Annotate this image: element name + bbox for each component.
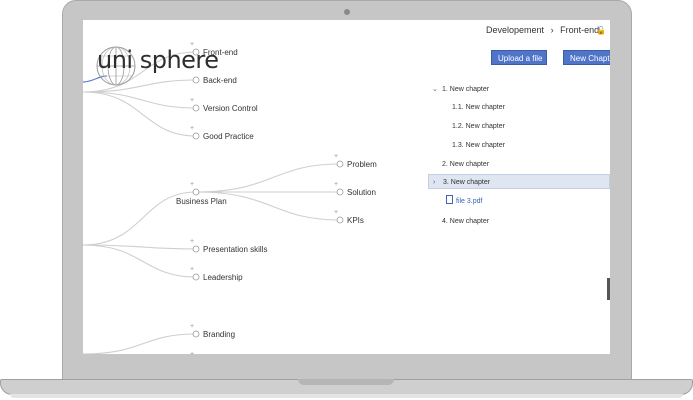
map-node-dot[interactable]: [192, 104, 200, 112]
unisphere-logo: uni sphere: [97, 46, 219, 74]
map-node-dot[interactable]: [192, 330, 200, 338]
tree-item[interactable]: 2. New chapter: [428, 157, 610, 172]
file-link[interactable]: file 3.pdf: [456, 198, 482, 205]
tree-item[interactable]: 1.1. New chapter: [428, 100, 610, 115]
map-node-leadership[interactable]: Leadership: [203, 273, 243, 282]
tree-item-label: 4. New chapter: [442, 218, 490, 225]
breadcrumb-separator: ›: [550, 25, 554, 35]
map-node-good-practice[interactable]: Good Practice: [203, 132, 254, 141]
lock-icon[interactable]: 🔓: [596, 26, 606, 35]
tree-item-label: 3. New chapter: [443, 179, 491, 186]
map-node-version-control[interactable]: Version Control: [203, 104, 258, 113]
tree-item[interactable]: 4. New chapter: [428, 214, 610, 229]
map-node-dot[interactable]: [192, 273, 200, 281]
tree-item-label: 1.1. New chapter: [452, 104, 505, 111]
app-screen: + + + + + + + + + + + Front-end Back-end…: [83, 20, 610, 354]
map-node-dot[interactable]: [336, 216, 344, 224]
map-node-kpis[interactable]: KPIs: [347, 216, 364, 225]
expand-plus-icon[interactable]: +: [190, 351, 194, 354]
expand-plus-icon[interactable]: +: [334, 209, 338, 216]
map-node-dot[interactable]: [336, 188, 344, 196]
chevron-down-icon[interactable]: ⌄: [432, 82, 440, 97]
expand-plus-icon[interactable]: +: [334, 153, 338, 160]
map-node-dot[interactable]: [192, 188, 200, 196]
expand-plus-icon[interactable]: +: [190, 266, 194, 273]
expand-plus-icon[interactable]: +: [190, 238, 194, 245]
breadcrumb: Developement › Front-end: [486, 25, 603, 35]
expand-plus-icon[interactable]: +: [334, 181, 338, 188]
map-node-problem[interactable]: Problem: [347, 160, 377, 169]
map-node-dot[interactable]: [192, 76, 200, 84]
new-chapter-button[interactable]: New Chapter: [563, 50, 610, 65]
upload-file-button[interactable]: Upload a file: [491, 50, 547, 65]
map-node-presentation-skills[interactable]: Presentation skills: [203, 245, 267, 254]
tree-item-label: 2. New chapter: [442, 161, 490, 168]
tree-file-item[interactable]: file 3.pdf: [428, 194, 610, 209]
tree-item[interactable]: 1.3. New chapter: [428, 138, 610, 153]
expand-plus-icon[interactable]: +: [190, 323, 194, 330]
map-node-branding[interactable]: Branding: [203, 330, 235, 339]
camera-icon: [344, 9, 350, 15]
map-node-dot[interactable]: [192, 245, 200, 253]
chevron-right-icon[interactable]: ›: [433, 175, 441, 190]
map-node-dot[interactable]: [192, 132, 200, 140]
map-node-solution[interactable]: Solution: [347, 188, 376, 197]
map-node-dot[interactable]: [336, 160, 344, 168]
resize-handle[interactable]: [607, 278, 610, 300]
tree-item-label: 1.3. New chapter: [452, 142, 505, 149]
tree-item-label: 1.2. New chapter: [452, 123, 505, 130]
map-node-backend[interactable]: Back-end: [203, 76, 237, 85]
expand-plus-icon[interactable]: +: [190, 97, 194, 104]
tree-item[interactable]: 1.2. New chapter: [428, 119, 610, 134]
expand-plus-icon[interactable]: +: [190, 125, 194, 132]
tree-item-label: 1. New chapter: [442, 86, 490, 93]
breadcrumb-parent[interactable]: Developement: [486, 25, 544, 35]
file-pdf-icon: [446, 195, 453, 204]
laptop-notch: [298, 379, 394, 385]
map-node-business-plan[interactable]: Business Plan: [176, 197, 227, 206]
breadcrumb-current: Front-end: [560, 25, 600, 35]
expand-plus-icon[interactable]: +: [190, 181, 194, 188]
tree-item[interactable]: ⌄ 1. New chapter: [428, 82, 610, 97]
tree-item-selected[interactable]: › 3. New chapter: [428, 174, 610, 189]
laptop-shadow: [10, 394, 683, 398]
